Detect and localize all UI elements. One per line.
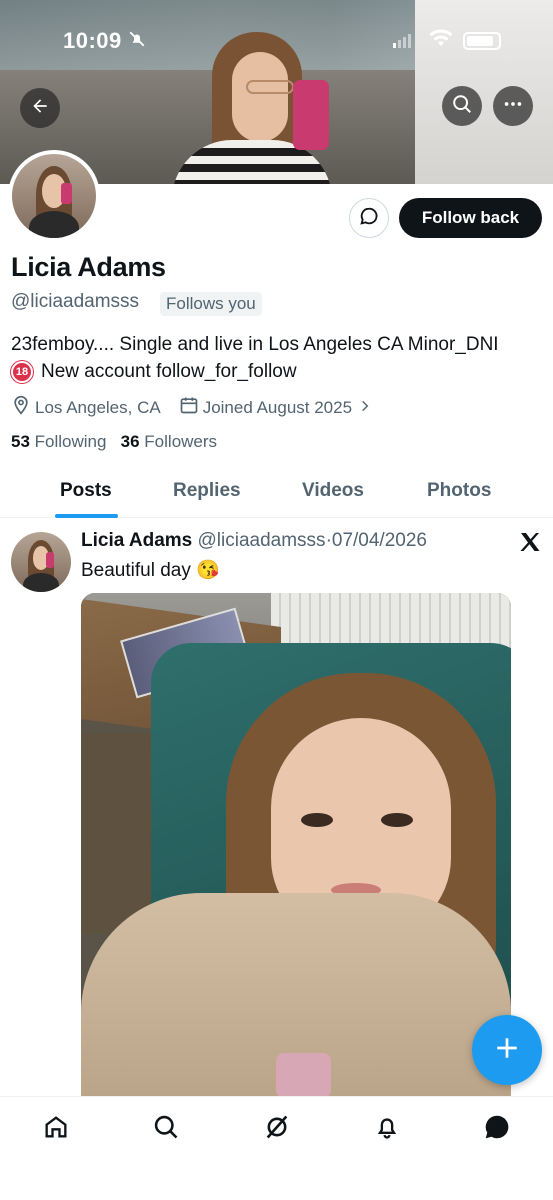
message-icon bbox=[358, 205, 380, 232]
back-button[interactable] bbox=[20, 88, 60, 128]
messages-icon[interactable] bbox=[481, 1111, 513, 1143]
bottom-navigation bbox=[0, 1096, 553, 1200]
image-eye-left bbox=[301, 813, 333, 827]
post-date: 07/04/2026 bbox=[331, 530, 427, 551]
following-link[interactable]: 53 Following bbox=[11, 432, 106, 451]
search-icon bbox=[451, 93, 473, 120]
profile-location: Los Angeles, CA bbox=[35, 397, 161, 417]
location-pin-icon bbox=[11, 395, 35, 420]
banner-person-glasses bbox=[246, 80, 294, 94]
more-icon bbox=[502, 93, 524, 120]
post-text: Beautiful day 😘 bbox=[81, 560, 220, 581]
active-tab-indicator bbox=[55, 514, 118, 518]
cellular-signal-icon bbox=[393, 34, 413, 48]
avatar-image bbox=[12, 154, 96, 238]
profile-tabs: Posts Replies Videos Photos bbox=[0, 468, 553, 518]
tab-videos[interactable]: Videos bbox=[302, 480, 364, 502]
bio-line-1: 23femboy.... Single and live in Los Ange… bbox=[11, 334, 499, 355]
search-button[interactable] bbox=[442, 86, 482, 126]
profile-joined: Joined August 2025 bbox=[202, 397, 353, 417]
follows-you-badge: Follows you bbox=[160, 292, 262, 316]
following-label: Following bbox=[34, 432, 107, 451]
followers-link[interactable]: 36 Followers bbox=[121, 432, 217, 451]
followers-count: 36 bbox=[120, 432, 140, 451]
battery-icon bbox=[463, 32, 501, 50]
more-button[interactable] bbox=[493, 86, 533, 126]
plus-icon bbox=[494, 1035, 520, 1066]
compose-button[interactable] bbox=[472, 1015, 542, 1085]
arrow-left-icon bbox=[30, 96, 50, 121]
x-logo-icon bbox=[518, 530, 542, 559]
bio-line-2: 18 New account follow_for_follow bbox=[11, 361, 297, 383]
no-under-18-icon: 18 bbox=[11, 361, 33, 383]
status-time: 10:09 bbox=[63, 28, 122, 53]
profile-meta: Los Angeles, CA Joined August 2025 bbox=[11, 395, 376, 420]
post-image[interactable] bbox=[81, 593, 511, 1096]
followers-label: Followers bbox=[144, 432, 218, 451]
grok-icon[interactable] bbox=[261, 1111, 293, 1143]
post-author-name[interactable]: Licia Adams bbox=[81, 530, 192, 551]
search-icon[interactable] bbox=[150, 1111, 182, 1143]
follow-back-button[interactable]: Follow back bbox=[399, 198, 542, 238]
bio-line-2-text: New account follow_for_follow bbox=[41, 361, 297, 382]
calendar-icon bbox=[179, 395, 203, 420]
silent-bell-icon bbox=[128, 30, 146, 53]
post-author-avatar[interactable] bbox=[11, 532, 71, 592]
status-bar: 10:09 bbox=[0, 26, 553, 56]
post-author-handle: @liciaadamsss bbox=[197, 530, 326, 551]
image-eye-right bbox=[381, 813, 413, 827]
tab-posts[interactable]: Posts bbox=[60, 480, 112, 502]
post-header: Licia Adams @liciaadamsss·07/04/2026 bbox=[81, 530, 427, 552]
profile-handle: @liciaadamsss bbox=[11, 291, 140, 312]
image-device bbox=[276, 1053, 331, 1096]
following-count: 53 bbox=[11, 432, 30, 451]
profile-name: Licia Adams bbox=[11, 252, 166, 282]
post-avatar-image bbox=[11, 532, 71, 592]
profile-avatar[interactable] bbox=[8, 150, 100, 242]
message-button[interactable] bbox=[349, 198, 389, 238]
chevron-right-icon[interactable] bbox=[358, 398, 376, 418]
follow-counts: 53 Following 36 Followers bbox=[11, 432, 217, 452]
notifications-icon[interactable] bbox=[371, 1111, 403, 1143]
tab-replies[interactable]: Replies bbox=[173, 480, 241, 502]
home-icon[interactable] bbox=[40, 1111, 72, 1143]
banner-phone bbox=[293, 80, 329, 150]
banner-person-face bbox=[232, 52, 288, 142]
wifi-icon bbox=[428, 28, 454, 53]
tab-photos[interactable]: Photos bbox=[427, 480, 491, 502]
